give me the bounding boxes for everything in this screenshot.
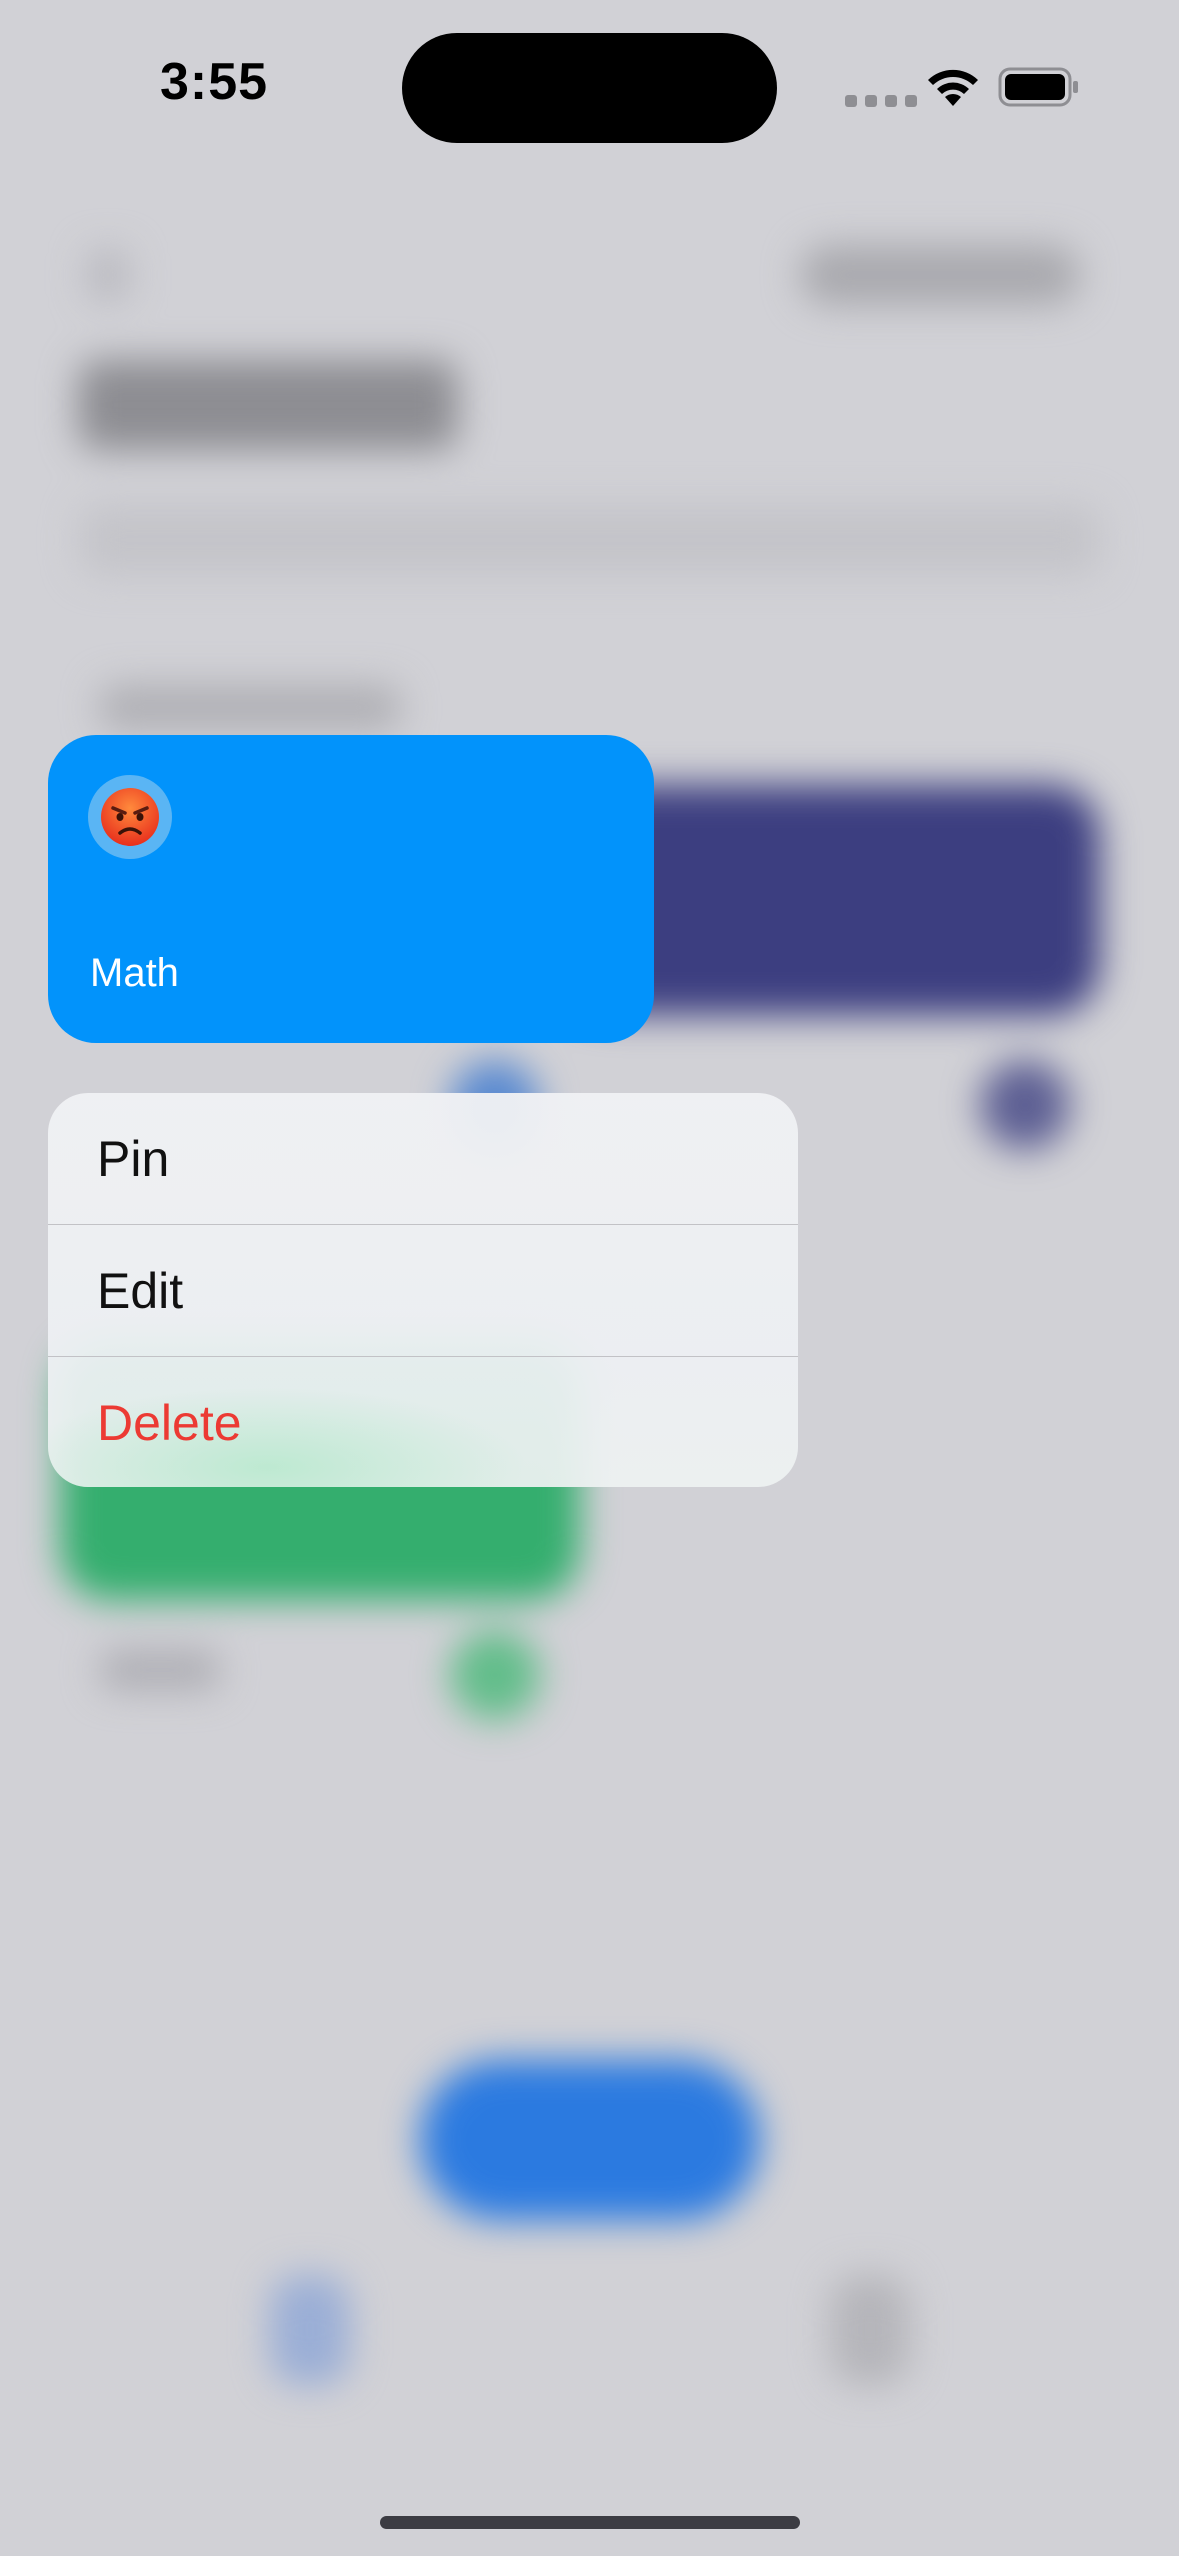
dynamic-island [402, 33, 777, 143]
menu-item-pin[interactable]: Pin [48, 1093, 798, 1224]
angry-face-icon [101, 788, 159, 846]
context-menu: Pin Edit Delete [48, 1093, 798, 1487]
card-title: Math [90, 951, 179, 995]
bg-tab-icon-right [830, 2275, 910, 2385]
bg-green-dot [450, 1630, 540, 1720]
bg-large-title [78, 360, 458, 450]
menu-item-delete[interactable]: Delete [48, 1356, 798, 1487]
card-emoji-badge [88, 775, 172, 859]
bg-primary-button [420, 2060, 760, 2220]
home-indicator[interactable] [380, 2516, 800, 2529]
battery-icon [998, 67, 1078, 107]
menu-item-edit[interactable]: Edit [48, 1224, 798, 1356]
status-time: 3:55 [160, 53, 269, 111]
bg-search-field [80, 505, 1100, 575]
bg-purple-dot [980, 1060, 1070, 1150]
bg-top-right-button [800, 245, 1080, 305]
signal-dots-icon [845, 95, 917, 107]
subject-card[interactable]: Math [48, 735, 654, 1043]
bg-label [100, 1650, 220, 1690]
bg-back-button [88, 250, 128, 300]
bg-section-header [100, 685, 400, 730]
wifi-icon [928, 69, 978, 106]
bg-tab-icon-left [270, 2275, 350, 2385]
